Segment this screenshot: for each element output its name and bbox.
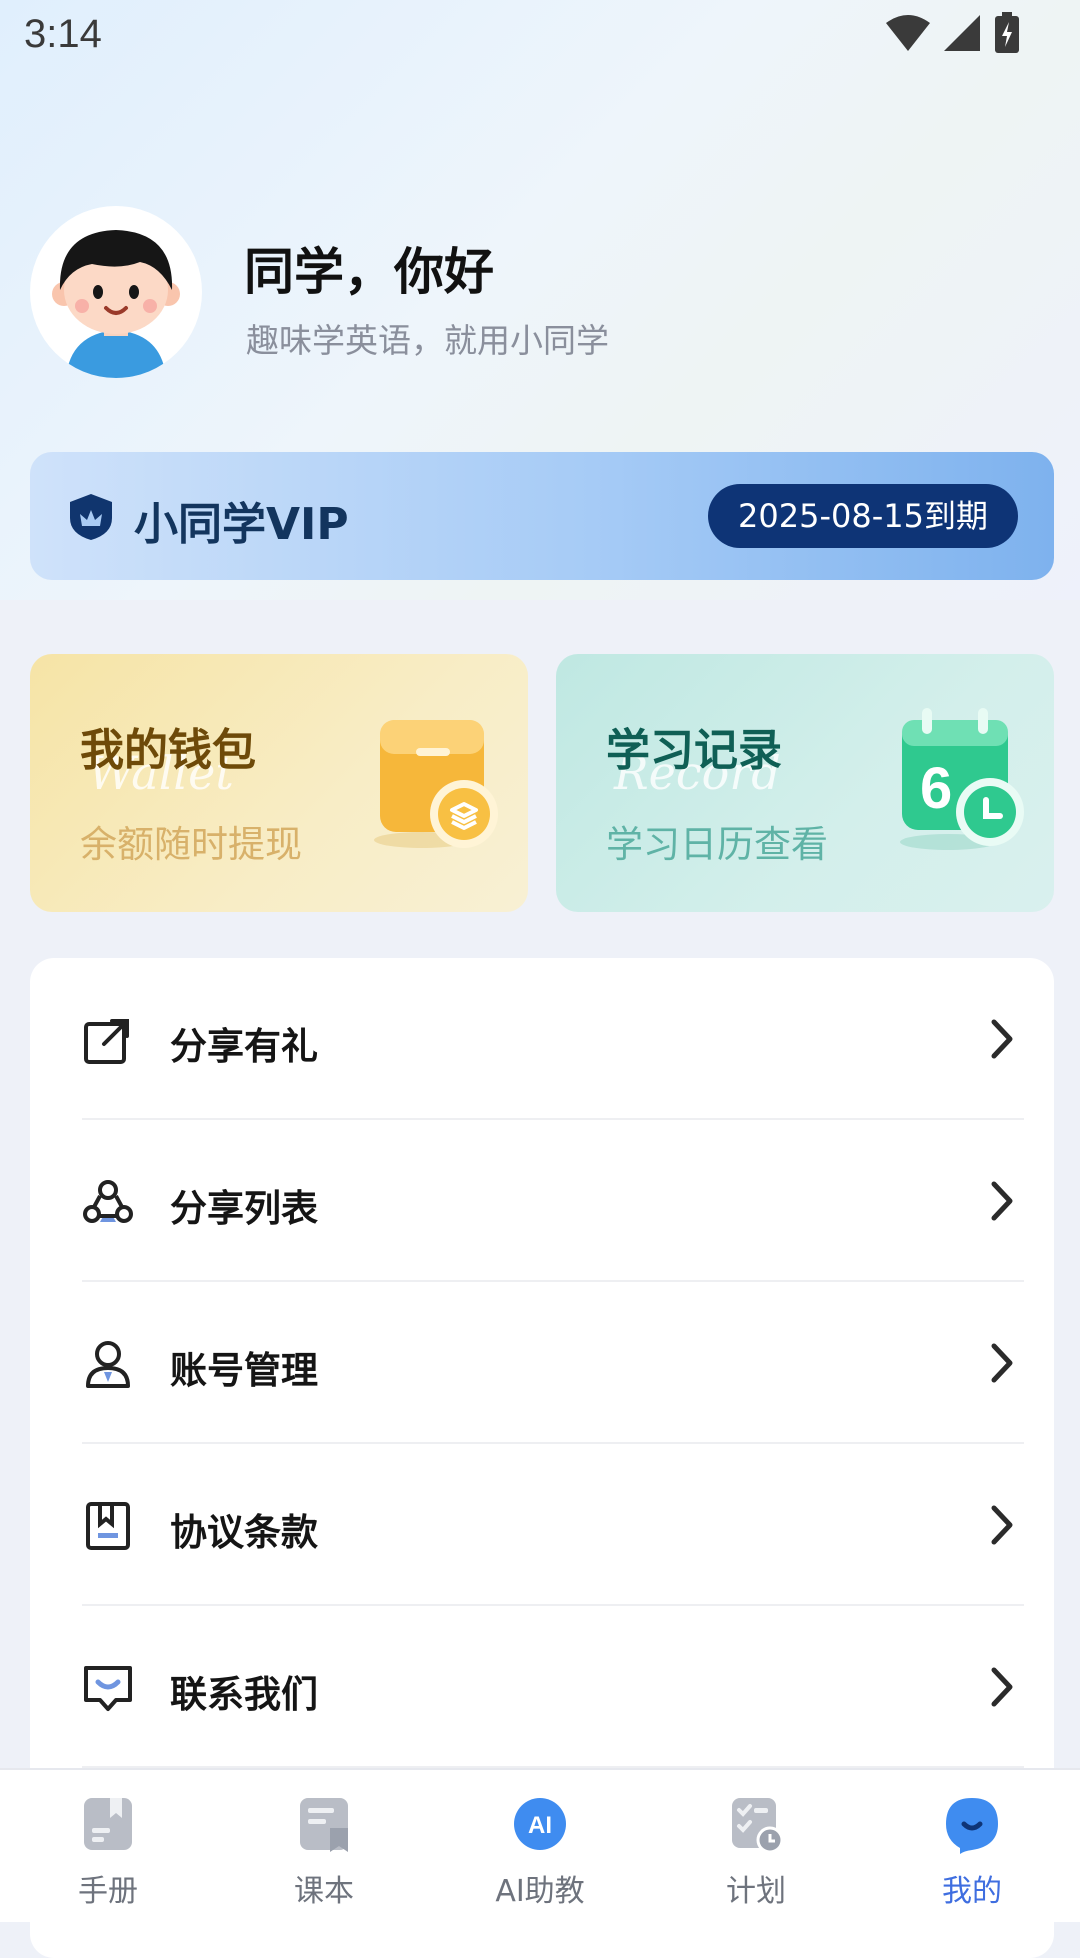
account-icon bbox=[86, 1341, 130, 1388]
share-list-icon bbox=[83, 1180, 133, 1223]
chevron-right-icon bbox=[991, 1505, 1013, 1545]
menu-label: 分享有礼 bbox=[170, 1025, 318, 1068]
menu-label: 分享列表 bbox=[170, 1187, 318, 1230]
calendar-icon: 6 bbox=[900, 708, 1024, 850]
status-time: 3:14 bbox=[24, 12, 102, 56]
menu-item-share-gift[interactable]: 分享有礼 bbox=[30, 958, 1054, 1120]
vip-banner[interactable]: 小同学VIP 2025-08-15到期 bbox=[30, 452, 1054, 580]
wallet-subtitle: 余额随时提现 bbox=[80, 823, 302, 866]
menu-label: 账号管理 bbox=[170, 1349, 318, 1392]
avatar[interactable] bbox=[30, 206, 202, 378]
vip-expiry-badge: 2025-08-15到期 bbox=[708, 484, 1018, 548]
status-bar: 3:14 bbox=[0, 0, 1080, 70]
tab-textbook[interactable]: 课本 bbox=[216, 1770, 432, 1922]
wallet-title: 我的钱包 bbox=[80, 725, 256, 776]
tab-plan[interactable]: 计划 bbox=[648, 1770, 864, 1922]
profile-icon bbox=[946, 1798, 998, 1854]
vip-shield-icon bbox=[70, 494, 112, 540]
ai-assistant-icon: AI bbox=[514, 1798, 566, 1850]
svg-text:AI: AI bbox=[528, 1812, 552, 1839]
chevron-right-icon bbox=[991, 1181, 1013, 1221]
chevron-right-icon bbox=[991, 1019, 1013, 1059]
menu-item-contact[interactable]: 联系我们 bbox=[30, 1606, 1054, 1768]
tab-label: 计划 bbox=[726, 1874, 786, 1909]
menu-item-agreement[interactable]: 协议条款 bbox=[30, 1444, 1054, 1606]
plan-icon bbox=[732, 1798, 784, 1854]
handbook-icon bbox=[84, 1798, 132, 1850]
tab-label: AI助教 bbox=[495, 1874, 585, 1909]
battery-icon bbox=[995, 12, 1019, 53]
record-title: 学习记录 bbox=[606, 725, 782, 776]
textbook-icon bbox=[300, 1798, 348, 1852]
menu-label: 联系我们 bbox=[170, 1673, 318, 1716]
agreement-icon bbox=[86, 1502, 130, 1550]
menu-item-share-list[interactable]: 分享列表 bbox=[30, 1120, 1054, 1282]
tab-ai-assistant[interactable]: AI AI助教 bbox=[432, 1770, 648, 1922]
tab-label: 手册 bbox=[78, 1874, 138, 1909]
tab-label: 课本 bbox=[294, 1874, 354, 1909]
greeting-subtitle: 趣味学英语，就用小同学 bbox=[246, 321, 609, 360]
chevron-right-icon bbox=[991, 1343, 1013, 1383]
tab-profile[interactable]: 我的 bbox=[864, 1770, 1080, 1922]
greeting: 同学，你好 bbox=[244, 243, 494, 301]
menu-label: 协议条款 bbox=[170, 1511, 318, 1554]
signal-icon bbox=[944, 15, 980, 51]
tab-handbook[interactable]: 手册 bbox=[0, 1770, 216, 1922]
contact-icon bbox=[84, 1666, 132, 1711]
chevron-right-icon bbox=[991, 1667, 1013, 1707]
share-icon bbox=[84, 1019, 129, 1064]
wallet-card[interactable]: Wallet 我的钱包 余额随时提现 bbox=[30, 654, 528, 912]
wallet-box-icon bbox=[374, 720, 498, 848]
record-subtitle: 学习日历查看 bbox=[606, 823, 828, 866]
vip-title: 小同学VIP bbox=[134, 499, 349, 550]
record-card[interactable]: Record 学习记录 学习日历查看 6 bbox=[556, 654, 1054, 912]
wifi-icon bbox=[886, 15, 930, 51]
svg-text:6: 6 bbox=[920, 756, 952, 821]
bottom-tab-bar: 手册 课本 AI AI助教 计划 我的 bbox=[0, 1768, 1080, 1922]
child-avatar-icon bbox=[52, 230, 180, 378]
tab-label: 我的 bbox=[942, 1874, 1002, 1909]
menu-item-account[interactable]: 账号管理 bbox=[30, 1282, 1054, 1444]
